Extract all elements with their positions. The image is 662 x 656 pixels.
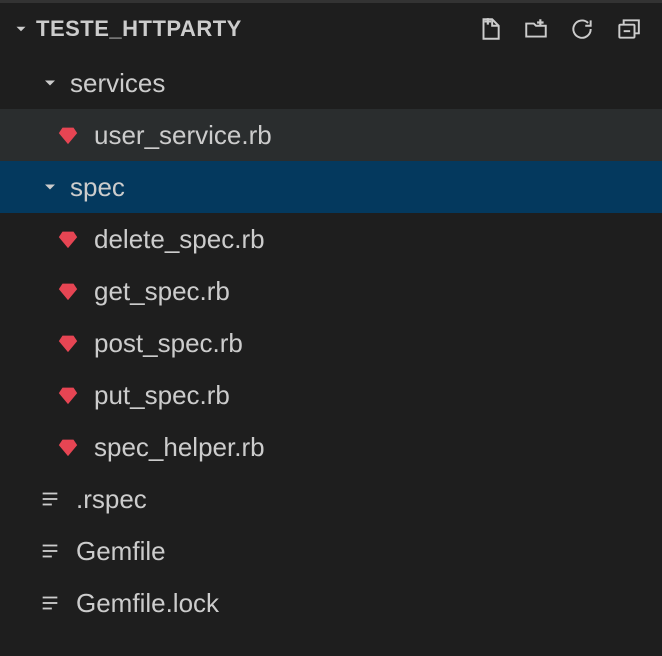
file-label: post_spec.rb [94,328,243,359]
explorer-header: TESTE_HTTPARTY [0,3,662,55]
file-delete-spec[interactable]: delete_spec.rb [0,213,662,265]
ruby-icon [56,227,80,251]
file-label: user_service.rb [94,120,272,151]
ruby-icon [56,435,80,459]
file-label: delete_spec.rb [94,224,265,255]
file-label: put_spec.rb [94,380,230,411]
ruby-icon [56,331,80,355]
file-label: .rspec [76,484,147,515]
file-gemfile-lock[interactable]: Gemfile.lock [0,577,662,629]
header-actions [476,15,654,43]
file-rspec[interactable]: .rspec [0,473,662,525]
chevron-down-icon [38,175,62,199]
file-post-spec[interactable]: post_spec.rb [0,317,662,369]
ruby-icon [56,123,80,147]
refresh-button[interactable] [568,15,596,43]
file-label: Gemfile [76,536,166,567]
file-gemfile[interactable]: Gemfile [0,525,662,577]
file-label: spec_helper.rb [94,432,265,463]
ruby-icon [56,279,80,303]
text-file-icon [38,539,62,563]
file-tree: services user_service.rb spec delete_spe… [0,55,662,629]
folder-label: services [70,68,165,99]
explorer-header-left[interactable]: TESTE_HTTPARTY [10,16,476,42]
file-label: get_spec.rb [94,276,230,307]
folder-services[interactable]: services [0,57,662,109]
project-title: TESTE_HTTPARTY [36,16,242,42]
text-file-icon [38,591,62,615]
file-spec-helper[interactable]: spec_helper.rb [0,421,662,473]
folder-label: spec [70,172,125,203]
folder-spec[interactable]: spec [0,161,662,213]
file-get-spec[interactable]: get_spec.rb [0,265,662,317]
chevron-down-icon [10,18,32,40]
new-folder-button[interactable] [522,15,550,43]
ruby-icon [56,383,80,407]
chevron-down-icon [38,71,62,95]
file-put-spec[interactable]: put_spec.rb [0,369,662,421]
text-file-icon [38,487,62,511]
file-user-service[interactable]: user_service.rb [0,109,662,161]
collapse-all-button[interactable] [614,15,642,43]
new-file-button[interactable] [476,15,504,43]
file-label: Gemfile.lock [76,588,219,619]
